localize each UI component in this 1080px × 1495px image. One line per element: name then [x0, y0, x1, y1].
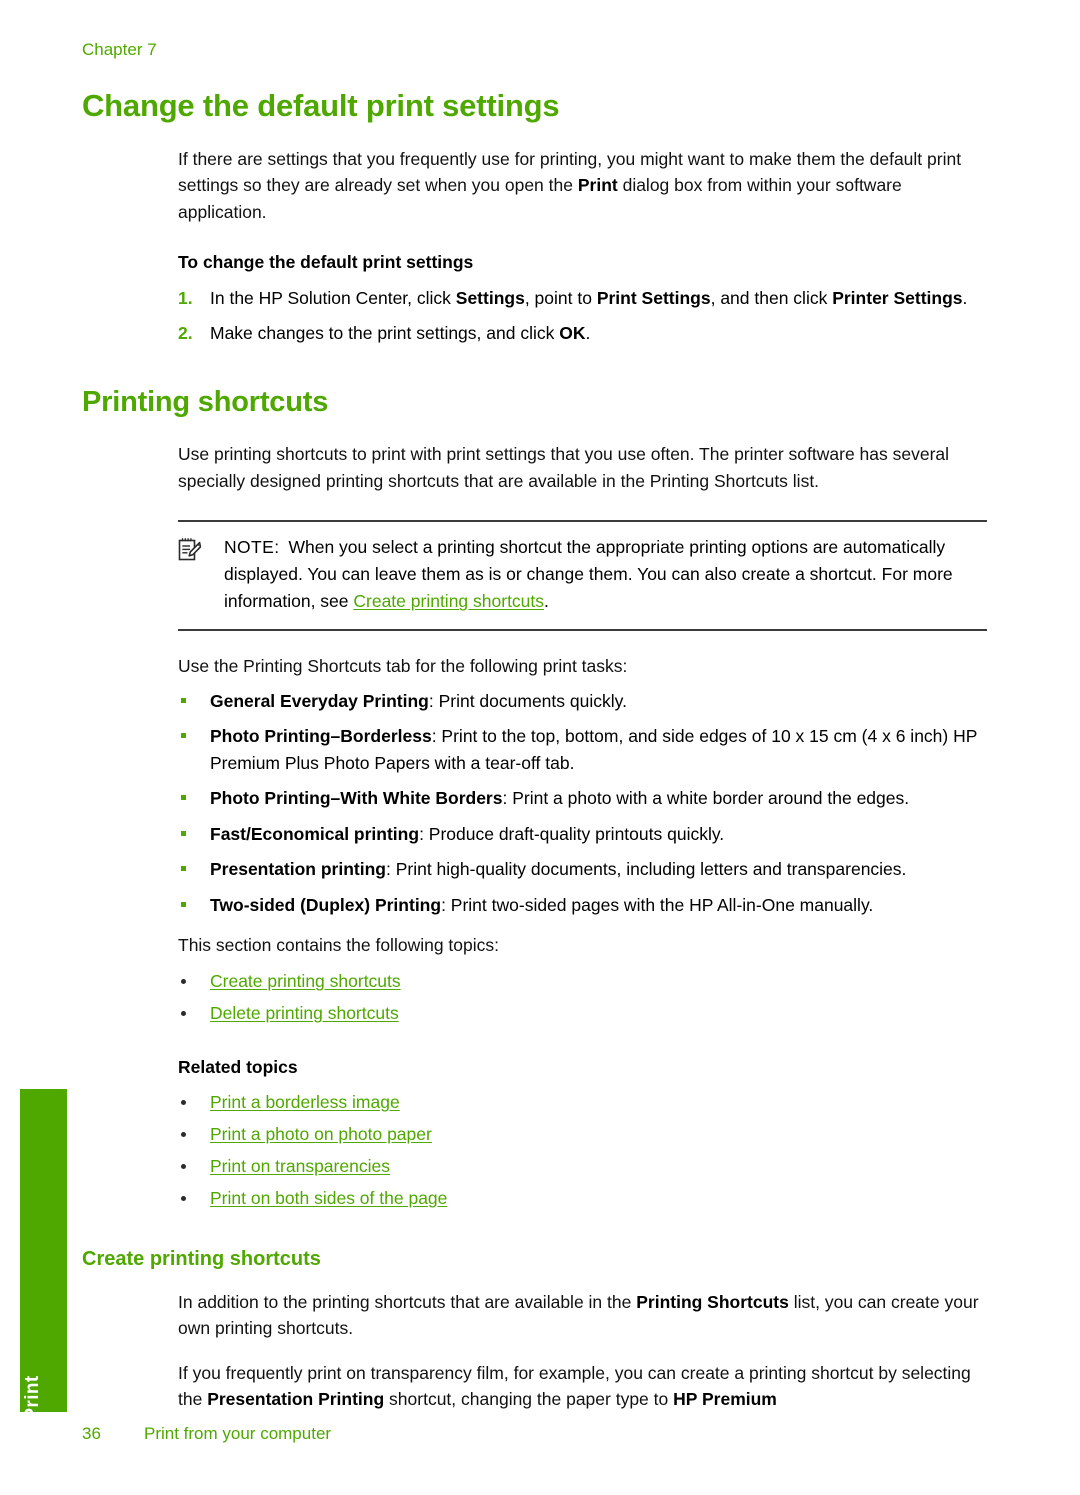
procedure-step: 1. In the HP Solution Center, click Setti…	[178, 285, 987, 312]
procedure-step-list: 1. In the HP Solution Center, click Setti…	[178, 285, 987, 346]
step-number: 2.	[178, 322, 193, 343]
chapter-label: Chapter 7	[82, 40, 157, 59]
page-footer: 36 Print from your computer	[82, 1424, 987, 1444]
step-text-part3: , and then click	[710, 288, 833, 309]
note-text-part2: .	[544, 591, 549, 612]
heading-printing-shortcuts: Printing shortcuts	[82, 386, 329, 419]
task-name: Two-sided (Duplex) Printing	[210, 894, 442, 915]
footer-text: Print from your computer	[144, 1424, 332, 1443]
document-page: Print Chapter 7 Change the default print…	[0, 0, 1080, 1495]
list-item: Photo Printing–With White Borders: Print…	[178, 785, 987, 812]
link-delete-printing-shortcuts[interactable]: Delete printing shortcuts	[210, 1003, 399, 1023]
para1-part1: In addition to the printing shortcuts th…	[178, 1291, 637, 1312]
note-label: NOTE:	[224, 537, 280, 558]
step-text-part2: .	[585, 322, 591, 343]
bullet-square-icon	[181, 733, 186, 739]
bullet-square-icon	[181, 901, 186, 907]
list-item: Photo Printing–Borderless: Print to the …	[178, 723, 987, 776]
intro-bold-print: Print	[577, 175, 618, 196]
task-description: : Print two-sided pages with the HP All-…	[441, 894, 874, 915]
section-body-change-defaults: If there are settings that you frequentl…	[178, 146, 987, 347]
list-item: Print a borderless image	[178, 1088, 987, 1117]
step-text-part1: Make changes to the print settings, and …	[210, 322, 560, 343]
link-create-printing-shortcuts-note[interactable]: Create printing shortcuts	[353, 591, 544, 611]
page-content: Change the default print settings If the…	[82, 88, 987, 1431]
topics-link-list: Create printing shortcuts Delete printin…	[178, 967, 987, 1028]
link-create-printing-shortcuts[interactable]: Create printing shortcuts	[210, 971, 401, 991]
heading-change-default-print-settings: Change the default print settings	[82, 88, 560, 123]
para2-part2: shortcut, changing the paper type to	[384, 1389, 674, 1410]
list-item: Presentation printing: Print high-qualit…	[178, 856, 987, 883]
list-item: Print a photo on photo paper	[178, 1120, 987, 1149]
procedure-title: To change the default print settings	[178, 252, 474, 273]
bullet-dot-icon	[181, 1163, 186, 1169]
related-topics-link-list: Print a borderless image Print a photo o…	[178, 1088, 987, 1213]
step-bold-ok: OK	[559, 322, 586, 343]
tasks-intro: Use the Printing Shortcuts tab for the f…	[178, 656, 628, 677]
link-print-a-borderless-image[interactable]: Print a borderless image	[210, 1092, 400, 1112]
create-shortcuts-paragraph-2: If you frequently print on transparency …	[178, 1360, 987, 1413]
para2-bold-presentation-printing: Presentation Printing	[207, 1389, 385, 1410]
link-print-on-transparencies[interactable]: Print on transparencies	[210, 1156, 390, 1176]
task-name: Photo Printing–With White Borders	[210, 788, 503, 809]
step-bold-print-settings: Print Settings	[596, 288, 711, 309]
task-description: : Print a photo with a white border arou…	[502, 788, 910, 809]
note-text-part1: When you select a printing shortcut the …	[224, 537, 953, 612]
print-tasks-list: General Everyday Printing: Print documen…	[178, 688, 987, 919]
task-name: General Everyday Printing	[210, 690, 429, 711]
task-name: Fast/Economical printing	[210, 823, 420, 844]
intro-paragraph: If there are settings that you frequentl…	[178, 146, 987, 226]
procedure-step: 2. Make changes to the print settings, an…	[178, 320, 987, 347]
list-item: Two-sided (Duplex) Printing: Print two-s…	[178, 892, 987, 919]
task-description: : Print documents quickly.	[428, 690, 627, 711]
heading-create-printing-shortcuts: Create printing shortcuts	[82, 1247, 321, 1270]
bullet-dot-icon	[181, 978, 186, 984]
para1-bold-printing-shortcuts: Printing Shortcuts	[636, 1291, 789, 1312]
list-item: Create printing shortcuts	[178, 967, 987, 996]
bullet-dot-icon	[181, 1131, 186, 1137]
step-text-part2: , point to	[524, 288, 597, 309]
bullet-square-icon	[181, 795, 186, 801]
step-bold-printer-settings: Printer Settings	[832, 288, 963, 309]
side-tab-print: Print	[20, 1089, 67, 1421]
printing-shortcuts-intro: Use printing shortcuts to print with pri…	[178, 444, 950, 491]
create-shortcuts-paragraph-1: In addition to the printing shortcuts th…	[178, 1289, 987, 1342]
bullet-square-icon	[181, 830, 186, 836]
list-item: General Everyday Printing: Print documen…	[178, 688, 987, 715]
list-item: Print on both sides of the page	[178, 1184, 987, 1213]
bullet-dot-icon	[181, 1099, 186, 1105]
list-item: Print on transparencies	[178, 1152, 987, 1181]
task-description: : Produce draft-quality printouts quickl…	[419, 823, 725, 844]
link-print-a-photo-on-photo-paper[interactable]: Print a photo on photo paper	[210, 1124, 432, 1144]
step-text-part4: .	[962, 288, 968, 309]
task-description: : Print high-quality documents, includin…	[385, 859, 907, 880]
topics-intro: This section contains the following topi…	[178, 935, 499, 956]
footer-page-number: 36	[82, 1424, 101, 1443]
note-body: NOTE: When you select a printing shortcut…	[178, 534, 987, 615]
task-name: Photo Printing–Borderless	[210, 726, 432, 747]
section-body-printing-shortcuts: Use printing shortcuts to print with pri…	[178, 441, 987, 1213]
task-name: Presentation printing	[210, 859, 386, 880]
link-print-on-both-sides-of-the-page[interactable]: Print on both sides of the page	[210, 1188, 447, 1208]
para2-bold-hp-premium: HP Premium	[673, 1389, 777, 1410]
note-callout: NOTE: When you select a printing shortcut…	[178, 520, 987, 632]
bullet-dot-icon	[181, 1010, 186, 1016]
list-item: Delete printing shortcuts	[178, 999, 987, 1028]
step-text-part1: In the HP Solution Center, click	[210, 288, 456, 309]
related-topics-title: Related topics	[178, 1056, 298, 1077]
step-bold-settings: Settings	[455, 288, 525, 309]
bullet-dot-icon	[181, 1195, 186, 1201]
step-number: 1.	[178, 288, 193, 309]
list-item: Fast/Economical printing: Produce draft-…	[178, 821, 987, 848]
section-body-create-shortcuts: In addition to the printing shortcuts th…	[178, 1289, 987, 1413]
side-tab-label: Print	[21, 1375, 43, 1421]
bullet-square-icon	[181, 866, 186, 872]
bullet-square-icon	[181, 697, 186, 703]
note-pencil-icon	[178, 537, 202, 562]
